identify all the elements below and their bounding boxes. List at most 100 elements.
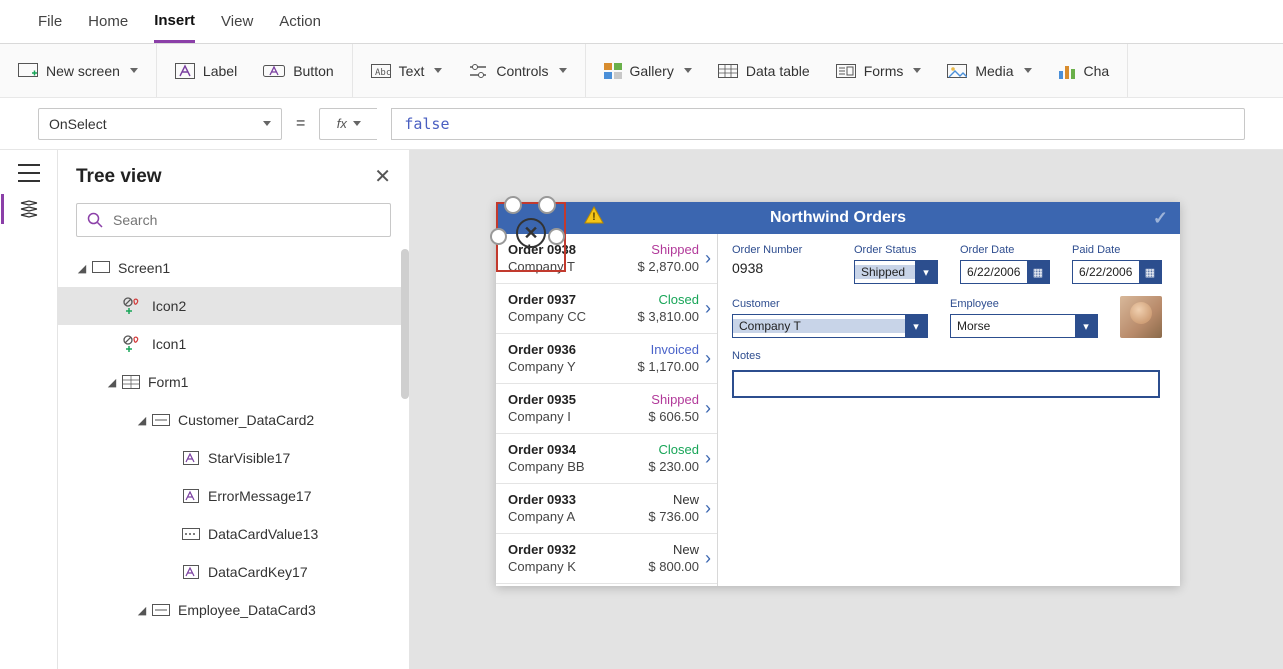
tree-node-starvisible[interactable]: StarVisible17 bbox=[58, 439, 409, 477]
tree-node-employee-card[interactable]: ◢ Employee_DataCard3 bbox=[58, 591, 409, 629]
order-company: Company A bbox=[508, 509, 575, 525]
order-company: Company K bbox=[508, 559, 576, 575]
tree-node-customer-card[interactable]: ◢ Customer_DataCard2 bbox=[58, 401, 409, 439]
order-company: Company I bbox=[508, 409, 571, 425]
employee-avatar bbox=[1120, 296, 1162, 338]
label-button[interactable]: Label bbox=[175, 63, 237, 79]
label-icon bbox=[175, 63, 195, 79]
text-button[interactable]: Abc Text bbox=[371, 63, 443, 79]
order-status: New bbox=[673, 492, 699, 508]
customer-dropdown[interactable]: Company T▾ bbox=[732, 314, 928, 338]
tree-node-errormessage[interactable]: ErrorMessage17 bbox=[58, 477, 409, 515]
tree-label: DataCardKey17 bbox=[208, 564, 308, 580]
label-label: Label bbox=[203, 63, 237, 79]
formula-input[interactable]: false bbox=[391, 108, 1245, 140]
notes-input[interactable] bbox=[732, 370, 1160, 398]
order-amount: $ 736.00 bbox=[648, 509, 699, 525]
tree-label: Icon1 bbox=[152, 336, 186, 352]
order-row[interactable]: Order 0938ShippedCompany T$ 2,870.00› bbox=[496, 234, 717, 284]
paid-date-picker[interactable]: 6/22/2006▦ bbox=[1072, 260, 1162, 284]
controls-button[interactable]: Controls bbox=[468, 63, 566, 79]
tree-node-screen1[interactable]: ◢ Screen1 bbox=[58, 249, 409, 287]
employee-dropdown[interactable]: Morse▾ bbox=[950, 314, 1098, 338]
search-input[interactable] bbox=[111, 211, 380, 229]
chevron-down-icon bbox=[130, 68, 138, 73]
orders-gallery[interactable]: Order 0938ShippedCompany T$ 2,870.00› Ord… bbox=[496, 234, 718, 586]
text-label: Text bbox=[399, 63, 425, 79]
chevron-right-icon: › bbox=[705, 498, 711, 519]
order-status: Closed bbox=[659, 292, 699, 308]
order-row[interactable]: Order 0933NewCompany A$ 736.00› bbox=[496, 484, 717, 534]
media-label: Media bbox=[975, 63, 1013, 79]
order-status: Invoiced bbox=[651, 342, 699, 358]
equals-sign: = bbox=[296, 115, 305, 133]
formula-value: false bbox=[404, 115, 449, 133]
menu-insert[interactable]: Insert bbox=[154, 0, 195, 43]
label-order-status: Order Status bbox=[854, 244, 938, 256]
value-order-number: 0938 bbox=[732, 260, 832, 276]
calendar-icon: ▦ bbox=[1027, 261, 1049, 283]
order-number: Order 0936 bbox=[508, 342, 576, 358]
chevron-right-icon: › bbox=[705, 348, 711, 369]
forms-button[interactable]: Forms bbox=[836, 63, 922, 79]
order-row[interactable]: Order 0935ShippedCompany I$ 606.50› bbox=[496, 384, 717, 434]
design-canvas[interactable]: Northwind Orders ✓ Order 0938ShippedComp… bbox=[410, 150, 1283, 669]
close-icon[interactable]: ✕ bbox=[374, 164, 391, 189]
fx-button[interactable]: fx bbox=[319, 108, 377, 140]
charts-icon bbox=[1058, 63, 1076, 79]
menu-action[interactable]: Action bbox=[279, 0, 321, 43]
charts-label: Cha bbox=[1084, 63, 1110, 79]
cancel-add-icon bbox=[122, 297, 144, 315]
order-status-dropdown[interactable]: Shipped▾ bbox=[854, 260, 938, 284]
data-table-button[interactable]: Data table bbox=[718, 63, 810, 79]
media-icon bbox=[947, 64, 967, 78]
menu-file[interactable]: File bbox=[38, 0, 62, 43]
order-amount: $ 230.00 bbox=[648, 459, 699, 475]
hamburger-icon[interactable] bbox=[18, 164, 40, 182]
order-status: Shipped bbox=[651, 242, 699, 258]
menu-home[interactable]: Home bbox=[88, 0, 128, 43]
button-label: Button bbox=[293, 63, 333, 79]
media-button[interactable]: Media bbox=[947, 63, 1031, 79]
order-row[interactable]: Order 0937ClosedCompany CC$ 3,810.00› bbox=[496, 284, 717, 334]
canvas-app-preview: Northwind Orders ✓ Order 0938ShippedComp… bbox=[496, 202, 1180, 586]
tree-view-title: Tree view bbox=[76, 166, 162, 188]
checkmark-icon[interactable]: ✓ bbox=[1153, 208, 1168, 229]
gallery-button[interactable]: Gallery bbox=[604, 63, 692, 79]
order-amount: $ 800.00 bbox=[648, 559, 699, 575]
tree-view-panel: Tree view ✕ ◢ Screen1 Icon2 bbox=[58, 150, 410, 669]
order-row[interactable]: Order 0932NewCompany K$ 800.00› bbox=[496, 534, 717, 584]
tree-body: ◢ Screen1 Icon2 Icon1 ◢ bbox=[58, 249, 409, 669]
order-date-picker[interactable]: 6/22/2006▦ bbox=[960, 260, 1050, 284]
order-row[interactable]: Order 0934ClosedCompany BB$ 230.00› bbox=[496, 434, 717, 484]
tree-node-datacardvalue[interactable]: DataCardValue13 bbox=[58, 515, 409, 553]
left-rail bbox=[0, 150, 58, 669]
svg-text:Abc: Abc bbox=[375, 68, 391, 78]
order-number: Order 0937 bbox=[508, 292, 576, 308]
fx-label: fx bbox=[337, 116, 347, 131]
order-company: Company Y bbox=[508, 359, 576, 375]
chevron-right-icon: › bbox=[705, 398, 711, 419]
scrollbar[interactable] bbox=[401, 249, 409, 399]
gallery-label: Gallery bbox=[630, 63, 674, 79]
button-button[interactable]: Button bbox=[263, 63, 333, 79]
tree-node-form1[interactable]: ◢ Form1 bbox=[58, 363, 409, 401]
tree-search[interactable] bbox=[76, 203, 391, 237]
chevron-down-icon bbox=[1024, 68, 1032, 73]
button-icon bbox=[263, 63, 285, 79]
property-selector[interactable]: OnSelect bbox=[38, 108, 282, 140]
menu-view[interactable]: View bbox=[221, 0, 253, 43]
charts-button[interactable]: Cha bbox=[1058, 63, 1110, 79]
tree-node-icon1[interactable]: Icon1 bbox=[58, 325, 409, 363]
order-row[interactable]: Order 0936InvoicedCompany Y$ 1,170.00› bbox=[496, 334, 717, 384]
new-screen-button[interactable]: New screen bbox=[18, 63, 138, 79]
tree-node-datacardkey[interactable]: DataCardKey17 bbox=[58, 553, 409, 591]
forms-label: Forms bbox=[864, 63, 904, 79]
chevron-right-icon: › bbox=[705, 298, 711, 319]
app-title: Northwind Orders bbox=[770, 209, 906, 227]
tree-view-icon[interactable] bbox=[19, 200, 39, 223]
tree-node-icon2[interactable]: Icon2 bbox=[58, 287, 409, 325]
order-number: Order 0935 bbox=[508, 392, 576, 408]
tree-label: Employee_DataCard3 bbox=[178, 602, 316, 618]
chevron-right-icon: › bbox=[705, 248, 711, 269]
